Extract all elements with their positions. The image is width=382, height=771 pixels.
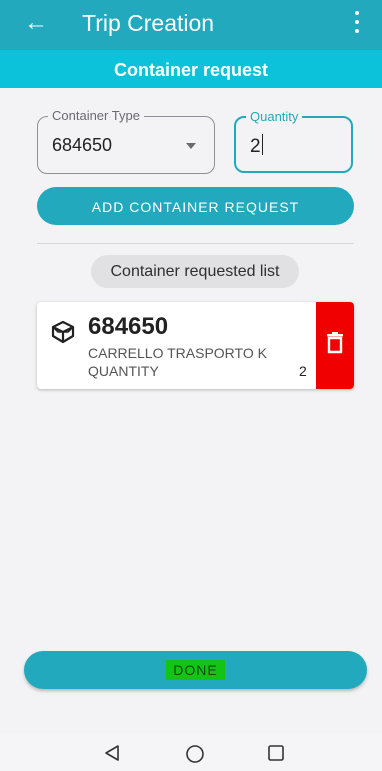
trash-icon [327,332,343,354]
quantity-label: QUANTITY [88,363,159,379]
system-nav-bar [0,733,382,771]
container-description: CARRELLO TRASPORTO K [88,345,267,361]
delete-button[interactable] [316,302,354,389]
app-title: Trip Creation [82,10,215,36]
container-code: 684650 [88,313,169,340]
quantity-field[interactable]: Quantity 2 [234,109,353,173]
back-arrow-icon[interactable]: ← [24,10,48,36]
requested-list-header: Container requested list [91,255,299,288]
container-type-value: 684650 [52,135,113,155]
text-cursor [261,134,264,155]
more-vert-icon[interactable] [354,11,360,35]
package-icon [51,320,75,344]
container-request-card[interactable]: 684650 CARRELLO TRASPORTO K QUANTITY 2 [37,302,354,389]
quantity-label: Quantity [246,109,303,124]
done-label: DONE [166,660,225,680]
add-container-request-button[interactable]: ADD CONTAINER REQUEST [37,187,354,225]
section-header: Container request [0,50,382,88]
nav-home-icon[interactable] [185,744,205,764]
done-button[interactable]: DONE [24,651,367,689]
app-bar: ← Trip Creation [0,0,382,50]
nav-back-icon[interactable] [103,744,121,762]
dropdown-caret-icon [186,143,196,149]
container-type-dropdown[interactable]: Container Type 684650 [37,108,215,174]
quantity-value: 2 [250,134,264,158]
nav-recents-icon[interactable] [267,744,285,762]
quantity-value: 2 [299,363,307,379]
divider [37,243,354,244]
container-type-label: Container Type [48,108,144,123]
